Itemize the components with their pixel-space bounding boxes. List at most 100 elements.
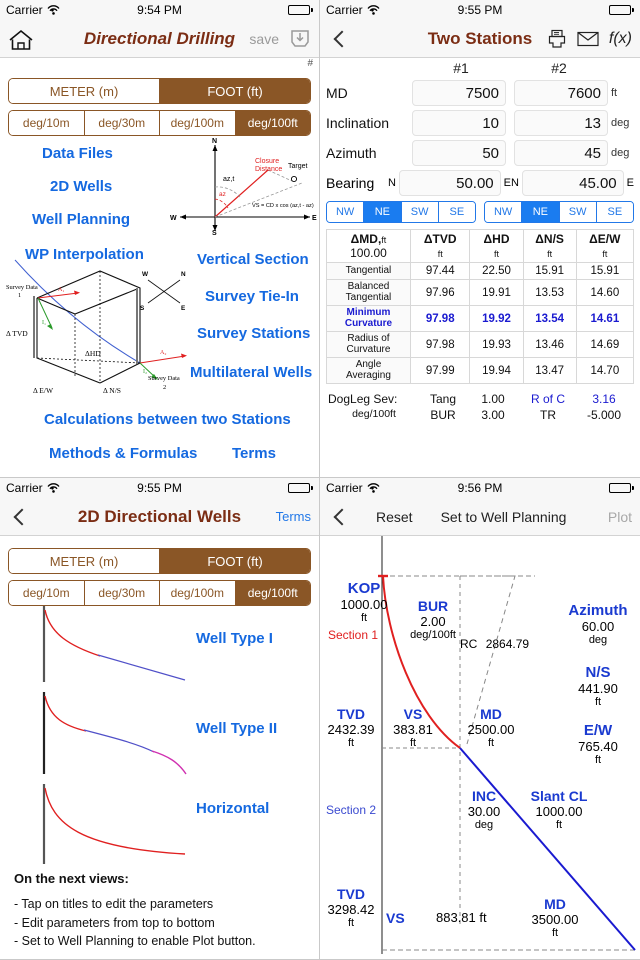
pane-2d-directional-wells: Carrier 9:55 PM 2D Directional Wells Ter…	[0, 478, 320, 960]
well-type-2-curve[interactable]	[10, 690, 200, 776]
cell-tvd: 97.98	[409, 331, 471, 358]
label-horizontal[interactable]: Horizontal	[196, 800, 269, 817]
unit-foot[interactable]: FOOT (ft)	[160, 79, 310, 103]
save-tray-icon[interactable]	[289, 29, 311, 49]
well-type-1-curve[interactable]	[10, 604, 200, 684]
chevron-left-icon[interactable]	[333, 30, 351, 47]
fx-button[interactable]: f(x)	[609, 30, 632, 48]
length-unit-selector[interactable]: METER (m) FOOT (ft)	[8, 548, 311, 574]
quadrant-2-nw[interactable]: NW	[485, 202, 523, 222]
hash-marker: #	[307, 58, 313, 69]
link-survey-tie-in[interactable]: Survey Tie-In	[205, 288, 299, 305]
bearing-prefix-1: N	[388, 177, 396, 189]
azimuth-label: Azimuth	[568, 602, 628, 619]
chevron-left-icon[interactable]	[333, 508, 351, 525]
set-to-well-planning-button[interactable]: Set to Well Planning	[441, 509, 567, 525]
home-icon[interactable]	[8, 29, 33, 50]
pane-two-stations: Carrier 9:55 PM Two Stations f(x)	[320, 0, 640, 478]
unit-deg-100ft[interactable]: deg/100ft	[235, 581, 310, 605]
save-label[interactable]: save	[249, 31, 279, 47]
quadrant-selector-1[interactable]: NW NE SW SE	[326, 201, 476, 223]
unit-foot[interactable]: FOOT (ft)	[160, 549, 310, 573]
cell-ew: 14.69	[575, 331, 635, 358]
field-label-bearing: Bearing	[326, 175, 375, 191]
envelope-icon[interactable]	[577, 31, 599, 47]
link-multilateral-wells[interactable]: Multilateral Wells	[190, 364, 312, 381]
field-label-md: MD	[326, 85, 348, 101]
azimuth-input-1[interactable]: 50	[412, 140, 506, 166]
unit-deg-30m[interactable]: deg/30m	[84, 111, 160, 135]
header-delta-md: ΔMD,ft 100.00	[326, 229, 411, 263]
bearing-input-1[interactable]: 50.00	[398, 170, 501, 196]
quadrant-1-nw[interactable]: NW	[327, 202, 365, 222]
azimuth-unit: deg	[588, 634, 608, 646]
dogleg-tang-label: Tang	[429, 392, 457, 406]
field-row-md: MD 7500 7600 ft	[326, 80, 634, 106]
inc-group: INC 30.00 deg	[456, 788, 512, 831]
dogleg-label: DogLeg Sev:	[328, 392, 398, 406]
slant-cl-group: Slant CL 1000.00 ft	[516, 788, 602, 831]
cell-ew: 14.70	[575, 357, 635, 384]
results-table: ΔMD,ft 100.00 ΔTVD ft ΔHD ft ΔN/S ft ΔE/W ft…	[326, 229, 635, 384]
quadrant-2-se[interactable]: SE	[596, 202, 633, 222]
link-survey-stations[interactable]: Survey Stations	[197, 325, 310, 342]
nav-bar: Two Stations f(x)	[320, 20, 640, 58]
md-input-1[interactable]: 7500	[412, 80, 506, 106]
bearing-input-2[interactable]: 45.00	[521, 170, 624, 196]
quadrant-1-ne[interactable]: NE	[364, 202, 402, 222]
tvd-2-unit: ft	[347, 917, 355, 929]
vs-1-value: 383.81	[393, 722, 433, 737]
quadrant-2-ne[interactable]: NE	[522, 202, 560, 222]
terms-button[interactable]: Terms	[276, 509, 311, 524]
unit-deg-100m[interactable]: deg/100m	[160, 581, 236, 605]
horizontal-well-curve[interactable]	[10, 782, 200, 866]
link-well-planning[interactable]: Well Planning	[32, 211, 130, 228]
svg-text:I₁: I₁	[42, 320, 46, 326]
unit-deg-10m[interactable]: deg/10m	[9, 581, 85, 605]
status-time: 9:55 PM	[137, 481, 182, 495]
md-1-value: 2500.00	[467, 722, 515, 737]
section-2-label: Section 2	[326, 803, 377, 817]
unit-meter[interactable]: METER (m)	[9, 549, 160, 573]
chevron-left-icon[interactable]	[13, 508, 31, 525]
status-bar: Carrier 9:56 PM	[320, 478, 640, 498]
link-methods-formulas[interactable]: Methods & Formulas	[49, 445, 197, 462]
unit-meter[interactable]: METER (m)	[9, 79, 160, 103]
ns-group: N/S 441.90 ft	[558, 664, 638, 708]
azimuth-input-2[interactable]: 45	[514, 140, 608, 166]
header-delta-ew: ΔE/W ft	[575, 229, 635, 263]
md-input-2[interactable]: 7600	[514, 80, 608, 106]
link-terms[interactable]: Terms	[232, 445, 276, 462]
link-2d-wells[interactable]: 2D Wells	[50, 178, 112, 195]
reset-button[interactable]: Reset	[376, 509, 413, 525]
unit-deg-10m[interactable]: deg/10m	[9, 111, 85, 135]
quadrant-1-sw[interactable]: SW	[401, 202, 439, 222]
quadrant-1-se[interactable]: SE	[438, 202, 475, 222]
link-calculations-two-stations[interactable]: Calculations between two Stations	[44, 411, 291, 428]
cell-hd: 22.50	[469, 262, 524, 280]
unit-deg-100ft[interactable]: deg/100ft	[235, 111, 310, 135]
column-header-1: #1	[453, 60, 469, 76]
label-well-type-1[interactable]: Well Type I	[196, 630, 273, 647]
kop-label-group: KOP 1000.00 ft	[328, 580, 400, 624]
svg-text:az,t: az,t	[223, 176, 234, 183]
gradient-unit-selector[interactable]: deg/10m deg/30m deg/100m deg/100ft	[8, 110, 311, 136]
unit-deg-30m[interactable]: deg/30m	[84, 581, 160, 605]
vs-1-label: VS	[403, 706, 423, 722]
inclination-input-2[interactable]: 13	[514, 110, 608, 136]
link-vertical-section[interactable]: Vertical Section	[197, 251, 309, 268]
length-unit-selector[interactable]: METER (m) FOOT (ft)	[8, 78, 311, 104]
field-row-azimuth: Azimuth 50 45 deg	[326, 140, 634, 166]
inclination-input-1[interactable]: 10	[412, 110, 506, 136]
table-header-row: ΔMD,ft 100.00 ΔTVD ft ΔHD ft ΔN/S ft ΔE/W ft	[326, 229, 635, 263]
printer-icon[interactable]	[547, 29, 567, 49]
gradient-unit-selector[interactable]: deg/10m deg/30m deg/100m deg/100ft	[8, 580, 311, 606]
table-row-highlighted: Minimum Curvature 97.98 19.92 13.54 14.61	[326, 305, 635, 332]
label-well-type-2[interactable]: Well Type II	[196, 720, 277, 737]
instructions-block: On the next views: - Tap on titles to ed…	[14, 869, 256, 951]
plot-button[interactable]: Plot	[608, 509, 632, 525]
quadrant-selector-2[interactable]: NW NE SW SE	[484, 201, 634, 223]
unit-deg-100m[interactable]: deg/100m	[160, 111, 236, 135]
quadrant-2-sw[interactable]: SW	[559, 202, 597, 222]
link-data-files[interactable]: Data Files	[42, 145, 113, 162]
